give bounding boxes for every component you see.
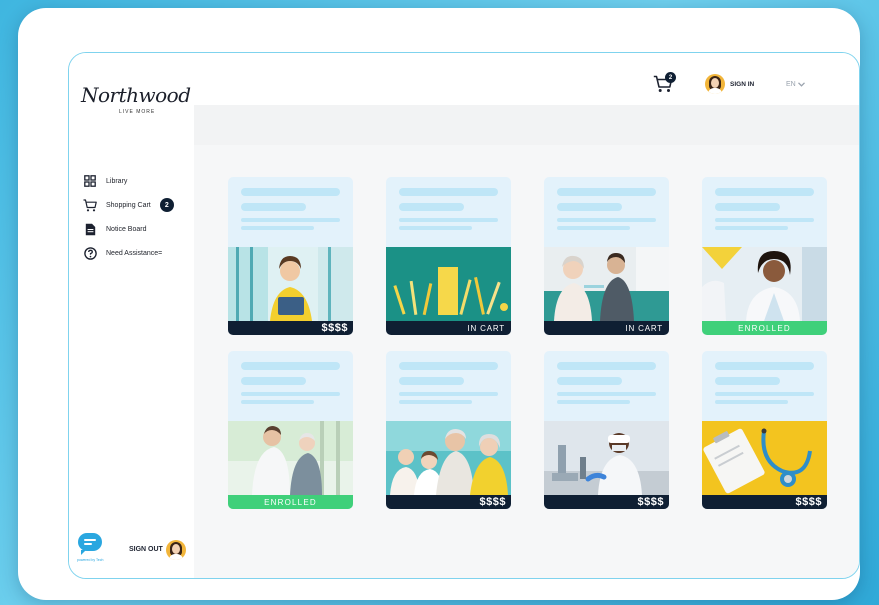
skeleton-line [241,400,314,404]
skeleton-line [715,400,788,404]
skeleton-line [399,362,498,370]
avatar-body [708,88,722,94]
skeleton-line [241,203,306,211]
logo-text: Northwood [81,83,191,107]
course-card[interactable]: ENROLLED [702,177,827,335]
device-frame: Northwood LIVE MORE Library Shopping Car… [18,8,860,600]
sidebar-item-need-assistance[interactable]: Need Assistance= [83,241,193,265]
skeleton-line [715,218,814,222]
top-bar: 2 SIGN IN EN [194,53,859,105]
sidebar-item-label: Need Assistance= [106,249,163,257]
sidebar: Northwood LIVE MORE Library Shopping Car… [69,53,194,578]
course-image [702,247,827,321]
skeleton-line [557,188,656,196]
skeleton-line [399,226,472,230]
skeleton-line [715,377,780,385]
skeleton-line [399,218,498,222]
skeleton-line [399,392,498,396]
skeleton-line [557,377,622,385]
skeleton-line [241,226,314,230]
status-badge: ENROLLED [228,495,353,509]
sign-in-button[interactable]: SIGN IN [730,81,754,88]
chevron-down-icon [797,82,805,87]
powered-by-text: powered by Tech [77,558,104,562]
course-grid: $$$$ IN CART IN CART ENROLLED ENROLLED $… [194,145,859,578]
header-avatar[interactable] [705,74,725,94]
sidebar-item-notice-board[interactable]: Notice Board [83,217,193,241]
language-selector[interactable]: EN [786,81,805,88]
sidebar-item-library[interactable]: Library [83,169,193,193]
chat-support-icon[interactable] [78,533,102,555]
skeleton-line [241,377,306,385]
logo-tagline: LIVE MORE [119,109,156,115]
course-card[interactable]: $$$$ [228,177,353,335]
skeleton-line [715,203,780,211]
avatar-face [711,78,719,88]
skeleton-line [399,203,464,211]
chat-line [84,539,96,541]
course-image [386,421,511,495]
grid-icon [83,174,97,188]
header-cart-badge: 2 [665,72,676,83]
course-card[interactable]: $$$$ [544,351,669,509]
avatar-face [172,544,180,554]
sidebar-item-label: Library [106,177,128,185]
sidebar-item-label: Notice Board [106,225,147,233]
sidebar-item-shopping-cart[interactable]: Shopping Cart 2 [83,193,193,217]
cart-count-badge: 2 [159,198,174,212]
course-card[interactable]: $$$$ [702,351,827,509]
skeleton-line [715,188,814,196]
skeleton-line [715,392,814,396]
page-banner [194,105,859,145]
status-badge: $$$$ [544,495,669,509]
sidebar-nav: Library Shopping Cart 2 Notice Board Nee… [83,169,193,265]
skeleton-line [557,218,656,222]
course-card[interactable]: $$$$ [386,351,511,509]
course-card[interactable]: IN CART [386,177,511,335]
skeleton-line [241,362,340,370]
skeleton-line [715,362,814,370]
status-badge: ENROLLED [702,321,827,335]
course-image [702,421,827,495]
sidebar-item-label: Shopping Cart [106,201,151,209]
logo[interactable]: Northwood LIVE MORE [81,83,191,123]
skeleton-line [399,188,498,196]
language-label: EN [786,81,796,88]
skeleton-line [557,203,622,211]
course-card[interactable]: ENROLLED [228,351,353,509]
chat-line [84,543,92,545]
course-image [386,247,511,321]
skeleton-line [715,226,788,230]
status-badge: IN CART [386,321,511,335]
skeleton-line [399,400,472,404]
cart-icon [83,198,97,212]
avatar[interactable] [166,540,186,560]
status-badge: $$$$ [702,495,827,509]
skeleton-line [557,392,656,396]
skeleton-line [241,392,340,396]
course-image [544,421,669,495]
course-card[interactable]: IN CART [544,177,669,335]
help-icon [83,246,97,260]
status-badge: $$$$ [228,321,353,335]
document-icon [83,222,97,236]
skeleton-line [241,188,340,196]
skeleton-line [557,226,630,230]
status-badge: IN CART [544,321,669,335]
sign-out-button[interactable]: SIGN OUT [129,546,163,553]
avatar-body [169,554,183,560]
course-image [544,247,669,321]
skeleton-line [241,218,340,222]
course-image [228,247,353,321]
app-window: Northwood LIVE MORE Library Shopping Car… [68,52,860,579]
course-image [228,421,353,495]
status-badge: $$$$ [386,495,511,509]
skeleton-line [557,400,630,404]
skeleton-line [399,377,464,385]
skeleton-line [557,362,656,370]
